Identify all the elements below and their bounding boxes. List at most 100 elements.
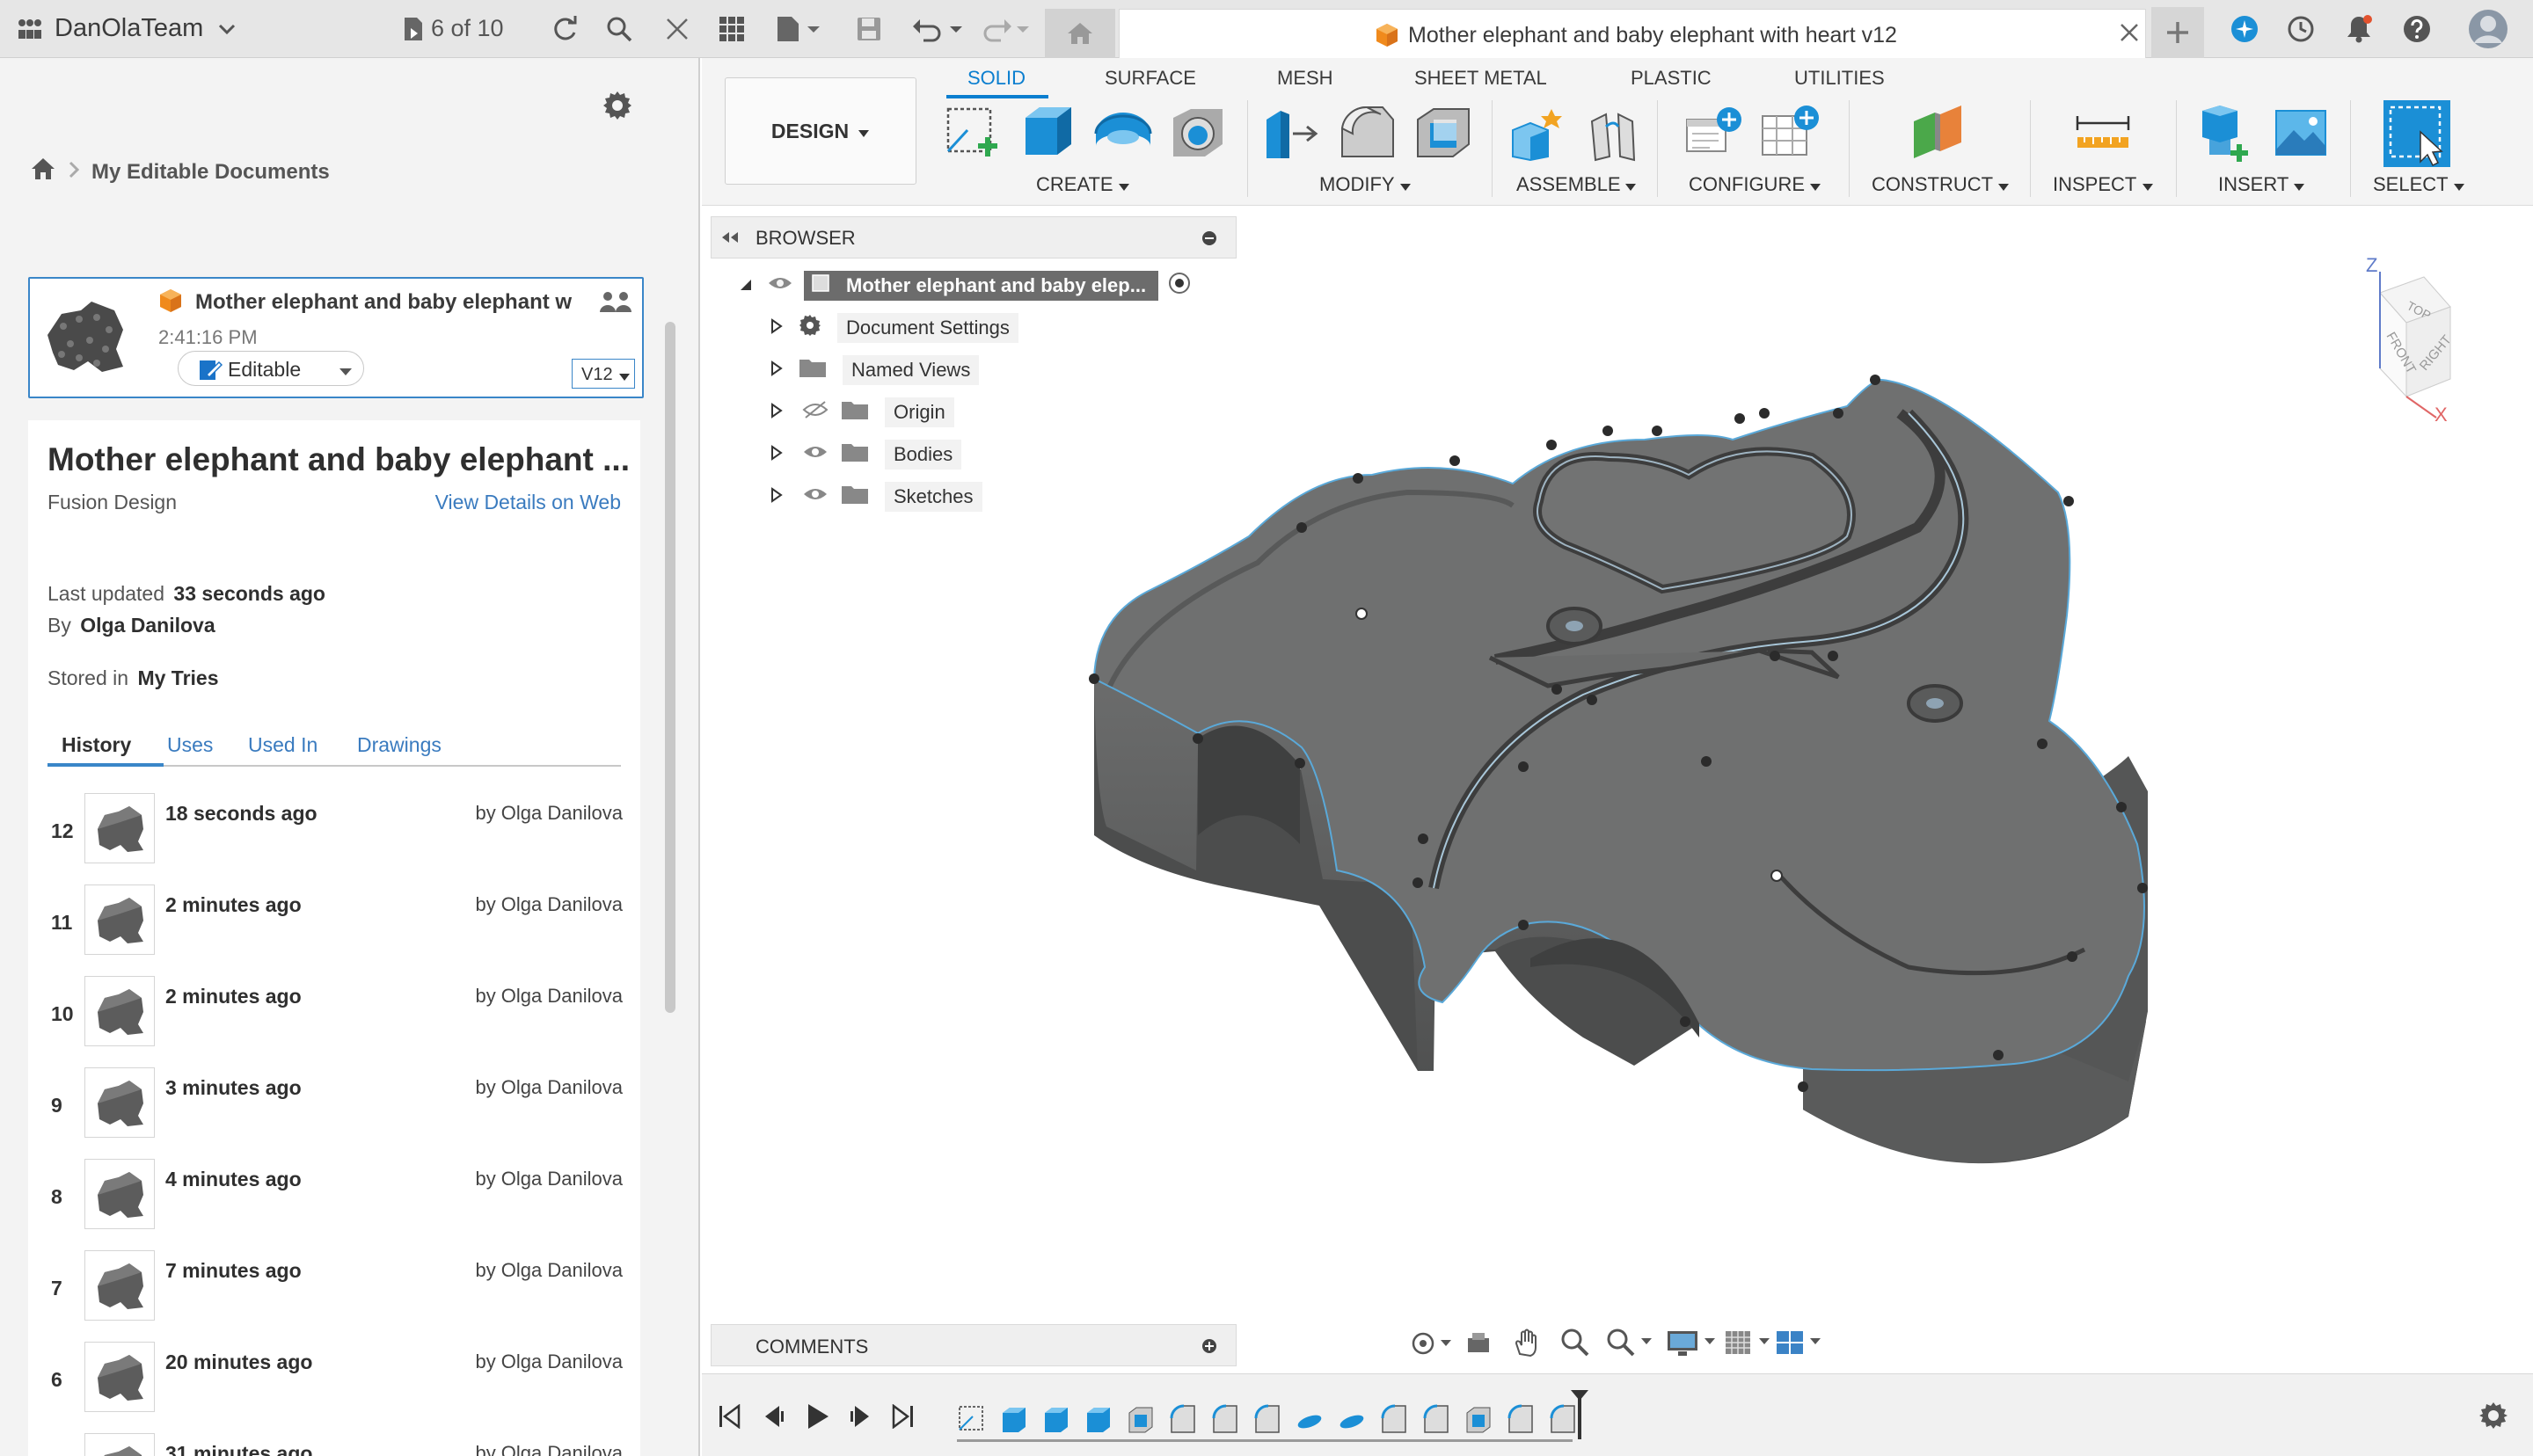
timeline-feature-fillet-icon[interactable] (1548, 1404, 1578, 1438)
shared-users-icon[interactable] (598, 289, 633, 322)
create-sketch-icon[interactable] (945, 106, 999, 164)
history-thumbnail[interactable] (84, 885, 155, 955)
browser-root-node[interactable]: Mother elephant and baby elep... (739, 269, 1192, 302)
inspect-menu[interactable]: INSPECT (2053, 173, 2136, 196)
extrude-icon[interactable] (1020, 102, 1075, 164)
history-row[interactable]: 8 4 minutes ago by Olga Danilova (28, 1159, 640, 1250)
timeline-feature-shell-icon[interactable] (1126, 1404, 1156, 1438)
version-dropdown[interactable]: V12 (572, 359, 635, 389)
zoom-icon[interactable] (1560, 1328, 1590, 1362)
step-back-icon[interactable] (762, 1404, 786, 1433)
expand-triangle-icon[interactable] (770, 485, 783, 508)
timeline-feature-fillet-icon[interactable] (1421, 1404, 1451, 1438)
chevron-down-icon[interactable] (215, 0, 239, 58)
job-status-icon[interactable] (398, 0, 429, 58)
comments-panel-header[interactable]: COMMENTS (711, 1324, 1237, 1366)
document-card-title[interactable]: Mother elephant and baby elephant w (195, 290, 616, 315)
select-tool-icon[interactable] (2383, 100, 2450, 167)
breadcrumb-folder[interactable]: My Editable Documents (91, 160, 330, 185)
editable-status-dropdown[interactable]: Editable (178, 351, 364, 386)
collapse-arrows-icon[interactable] (720, 231, 740, 248)
browser-panel-header[interactable]: BROWSER (711, 216, 1237, 258)
timeline-feature-extrude-icon[interactable] (1041, 1404, 1071, 1438)
apps-grid-icon[interactable] (712, 0, 751, 58)
browser-pin-icon[interactable] (1201, 229, 1218, 251)
close-icon[interactable] (658, 0, 697, 58)
history-row[interactable]: 11 2 minutes ago by Olga Danilova (28, 885, 640, 976)
notifications-bell-icon[interactable] (2340, 0, 2378, 58)
expand-triangle-icon[interactable] (770, 317, 783, 339)
history-row[interactable]: 12 18 seconds ago by Olga Danilova (28, 793, 640, 885)
tab-history[interactable]: History (62, 733, 131, 757)
look-at-icon[interactable] (1465, 1329, 1492, 1360)
gear-icon[interactable] (602, 90, 633, 126)
document-thumbnail[interactable] (35, 291, 134, 382)
history-thumbnail[interactable] (84, 793, 155, 863)
history-row[interactable]: 7 7 minutes ago by Olga Danilova (28, 1250, 640, 1342)
change-parameters-icon[interactable] (1683, 104, 1745, 166)
expand-triangle-icon[interactable] (770, 443, 783, 466)
hole-icon[interactable] (1168, 106, 1226, 164)
new-tab-icon[interactable] (2151, 7, 2204, 58)
file-menu-icon[interactable] (770, 0, 827, 58)
home-tab-icon[interactable] (1045, 9, 1115, 58)
zoom-window-icon[interactable] (1606, 1328, 1653, 1362)
go-to-end-icon[interactable] (892, 1403, 915, 1433)
play-icon[interactable] (806, 1402, 830, 1435)
history-thumbnail[interactable] (84, 1342, 155, 1412)
timeline-feature-fillet-icon[interactable] (1168, 1404, 1198, 1438)
measure-icon[interactable] (2074, 113, 2132, 159)
timeline-feature-fillet-icon[interactable] (1252, 1404, 1282, 1438)
history-row[interactable]: 10 2 minutes ago by Olga Danilova (28, 976, 640, 1067)
panel-scrollbar[interactable] (665, 322, 675, 1013)
history-row[interactable]: 6 20 minutes ago by Olga Danilova (28, 1342, 640, 1433)
document-tab[interactable]: Mother elephant and baby elephant with h… (1119, 9, 2146, 58)
tab-drawings[interactable]: Drawings (357, 733, 442, 757)
new-component-icon[interactable] (1509, 104, 1567, 166)
workspace-switcher[interactable]: DESIGN (725, 77, 916, 185)
stored-in-value[interactable]: My Tries (137, 666, 218, 689)
browser-node-bodies[interactable]: Bodies (770, 438, 962, 471)
history-thumbnail[interactable] (84, 1159, 155, 1229)
step-forward-icon[interactable] (848, 1404, 872, 1433)
extensions-icon[interactable] (2225, 0, 2264, 58)
timeline-feature-move-icon[interactable] (1337, 1404, 1367, 1438)
tab-solid[interactable]: SOLID (967, 67, 1026, 90)
eye-icon[interactable] (767, 274, 793, 297)
offset-plane-icon[interactable] (1909, 104, 1970, 166)
view-details-link[interactable]: View Details on Web (435, 491, 621, 514)
timeline-feature-fillet-icon[interactable] (1506, 1404, 1536, 1438)
browser-node-named-views[interactable]: Named Views (770, 353, 980, 387)
save-icon[interactable] (850, 0, 888, 58)
modify-menu[interactable]: MODIFY (1319, 173, 1395, 196)
insert-canvas-icon[interactable] (2273, 106, 2329, 164)
insert-derive-icon[interactable] (2199, 102, 2255, 168)
history-thumbnail[interactable] (84, 976, 155, 1046)
browser-node-origin[interactable]: Origin (770, 396, 954, 429)
configure-table-icon[interactable] (1759, 104, 1821, 166)
data-panel-icon[interactable] (12, 0, 47, 58)
tab-utilities[interactable]: UTILITIES (1794, 67, 1885, 90)
timeline-feature-extrude-icon[interactable] (999, 1404, 1029, 1438)
expand-triangle-icon[interactable] (770, 359, 783, 382)
assemble-menu[interactable]: ASSEMBLE (1516, 173, 1621, 196)
select-menu[interactable]: SELECT (2373, 173, 2449, 196)
timeline-feature-sketch-icon[interactable] (957, 1404, 987, 1438)
activate-radio-icon[interactable] (1167, 271, 1192, 301)
job-status-clock-icon[interactable] (2281, 0, 2320, 58)
viewports-icon[interactable] (1775, 1328, 1824, 1362)
eye-icon[interactable] (802, 485, 829, 508)
team-name[interactable]: DanOlaTeam (55, 14, 203, 43)
timeline-feature-move-icon[interactable] (1295, 1404, 1325, 1438)
user-avatar[interactable] (2466, 0, 2510, 58)
eye-icon[interactable] (802, 443, 829, 466)
browser-node-document-settings[interactable]: Document Settings (770, 311, 1018, 345)
view-cube[interactable]: TOP FRONT RIGHT Z X (2338, 245, 2461, 426)
timeline-feature-fillet-icon[interactable] (1210, 1404, 1240, 1438)
history-thumbnail[interactable] (84, 1067, 155, 1138)
construct-menu[interactable]: CONSTRUCT (1872, 173, 1993, 196)
tab-plastic[interactable]: PLASTIC (1631, 67, 1712, 90)
redo-icon[interactable] (976, 0, 1033, 58)
timeline-feature-shell-icon[interactable] (1464, 1404, 1493, 1438)
history-row[interactable]: 531 minutes agoby Olga Danilova (28, 1433, 640, 1456)
